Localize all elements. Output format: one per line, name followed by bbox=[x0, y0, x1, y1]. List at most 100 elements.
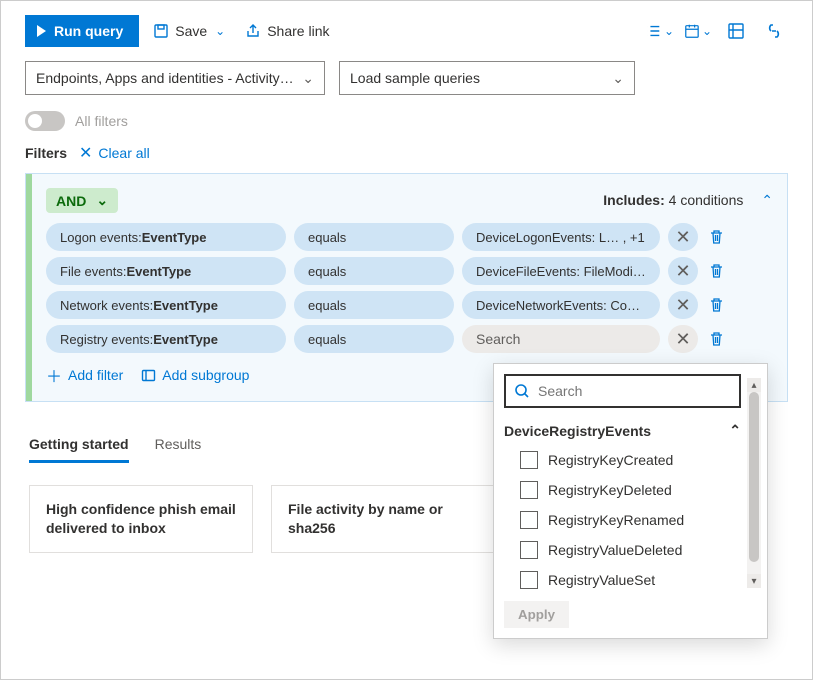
condition-field-pill[interactable]: Logon events: EventType bbox=[46, 223, 286, 251]
clear-all-label: Clear all bbox=[98, 145, 149, 161]
trash-icon bbox=[709, 331, 724, 347]
condition-operator-pill[interactable]: equals bbox=[294, 257, 454, 285]
dropdown-option[interactable]: RegistryKeyCreated bbox=[494, 445, 767, 475]
operator-pill[interactable]: AND ⌄ bbox=[46, 188, 118, 213]
scroll-thumb[interactable] bbox=[749, 392, 759, 562]
condition-operator-pill[interactable]: equals bbox=[294, 291, 454, 319]
calendar-button[interactable]: ⌄ bbox=[684, 17, 712, 45]
dropdown-option[interactable]: RegistryKeyDeleted bbox=[494, 475, 767, 505]
tab-results[interactable]: Results bbox=[155, 436, 202, 463]
dropdown-option-label: RegistryValueDeleted bbox=[548, 542, 682, 558]
condition-value-pill[interactable]: DeviceLogonEvents: L… , +1 bbox=[462, 223, 660, 251]
clear-value-button[interactable]: ✕ bbox=[668, 325, 698, 353]
condition-value-pill[interactable]: DeviceFileEvents: FileModi… bbox=[462, 257, 660, 285]
checkbox[interactable] bbox=[520, 451, 538, 469]
close-icon: ✕ bbox=[675, 330, 690, 348]
trash-icon bbox=[709, 297, 724, 313]
clear-all-button[interactable]: ✕ Clear all bbox=[79, 143, 150, 163]
delete-condition-button[interactable] bbox=[706, 223, 726, 251]
dropdown-search-box[interactable] bbox=[504, 374, 741, 408]
dropdown-option[interactable]: RegistryValueDeleted bbox=[494, 535, 767, 565]
condition-row: Network events: EventType equals DeviceNet… bbox=[46, 291, 773, 319]
dropdown-options-list: RegistryKeyCreated RegistryKeyDeleted Regi… bbox=[494, 445, 767, 595]
checkbox[interactable] bbox=[520, 481, 538, 499]
all-filters-label: All filters bbox=[75, 113, 128, 129]
plus-icon: ＋ bbox=[46, 363, 62, 387]
run-query-button[interactable]: Run query bbox=[25, 15, 139, 47]
dropdown-group-header[interactable]: DeviceRegistryEvents ⌃ bbox=[494, 418, 767, 445]
includes-count: 4 conditions bbox=[669, 192, 744, 208]
apply-button[interactable]: Apply bbox=[504, 601, 569, 628]
save-button[interactable]: Save ⌄ bbox=[147, 15, 231, 47]
grid-tool-button[interactable] bbox=[722, 17, 750, 45]
dropdown-option-label: RegistryKeyDeleted bbox=[548, 482, 672, 498]
query-card[interactable]: High confidence phish email delivered to… bbox=[29, 485, 253, 553]
add-filter-label: Add filter bbox=[68, 367, 123, 383]
chevron-down-icon: ⌄ bbox=[96, 192, 108, 209]
checkbox[interactable] bbox=[520, 541, 538, 559]
grid-icon bbox=[727, 22, 745, 40]
close-icon: ✕ bbox=[675, 262, 690, 280]
includes-summary: Includes: 4 conditions ⌃ bbox=[603, 192, 773, 209]
conditions-list: Logon events: EventType equals DeviceLogon… bbox=[46, 223, 773, 353]
list-view-button[interactable]: ⌄ bbox=[646, 17, 674, 45]
condition-value-pill[interactable]: Search bbox=[462, 325, 660, 353]
delete-condition-button[interactable] bbox=[706, 257, 726, 285]
dropdown-option[interactable]: RegistryValueSet bbox=[494, 565, 767, 595]
condition-row: Registry events: EventType equals Search ✕ bbox=[46, 325, 773, 353]
calendar-icon bbox=[684, 22, 700, 40]
trash-icon bbox=[709, 229, 724, 245]
condition-field-pill[interactable]: Registry events: EventType bbox=[46, 325, 286, 353]
filters-heading-row: Filters ✕ Clear all bbox=[1, 143, 812, 173]
clear-value-button[interactable]: ✕ bbox=[668, 223, 698, 251]
dropdown-scrollbar[interactable]: ▴ ▾ bbox=[747, 378, 761, 588]
condition-operator-pill[interactable]: equals bbox=[294, 325, 454, 353]
dropdown-option[interactable]: RegistryKeyRenamed bbox=[494, 505, 767, 535]
command-bar: Run query Save ⌄ Share link ⌄ ⌄ bbox=[1, 1, 812, 57]
collapse-button[interactable]: ⌃ bbox=[761, 192, 773, 209]
query-card[interactable]: File activity by name or sha256 bbox=[271, 485, 495, 553]
dropdown-group-title: DeviceRegistryEvents bbox=[504, 423, 651, 439]
domain-dropdown[interactable]: Endpoints, Apps and identities - Activit… bbox=[25, 61, 325, 95]
dropdown-option-label: RegistryKeyRenamed bbox=[548, 512, 684, 528]
share-link-button[interactable]: Share link bbox=[239, 15, 335, 47]
subgroup-icon bbox=[141, 368, 156, 383]
condition-value-pill[interactable]: DeviceNetworkEvents: Co… bbox=[462, 291, 660, 319]
add-filter-button[interactable]: ＋ Add filter bbox=[46, 363, 123, 387]
add-subgroup-label: Add subgroup bbox=[162, 367, 249, 383]
sample-queries-dropdown[interactable]: Load sample queries ⌄ bbox=[339, 61, 635, 95]
checkbox[interactable] bbox=[520, 511, 538, 529]
scroll-up-icon[interactable]: ▴ bbox=[747, 378, 761, 392]
all-filters-toggle[interactable] bbox=[25, 111, 65, 131]
save-icon bbox=[153, 23, 169, 39]
tab-getting-started[interactable]: Getting started bbox=[29, 436, 129, 463]
search-icon bbox=[514, 383, 530, 399]
dropdown-option-label: RegistryKeyCreated bbox=[548, 452, 673, 468]
add-subgroup-button[interactable]: Add subgroup bbox=[141, 363, 249, 387]
condition-field-pill[interactable]: Network events: EventType bbox=[46, 291, 286, 319]
delete-condition-button[interactable] bbox=[706, 291, 726, 319]
chevron-down-icon: ⌄ bbox=[215, 24, 225, 38]
chevron-down-icon: ⌄ bbox=[302, 70, 314, 87]
clear-value-button[interactable]: ✕ bbox=[668, 257, 698, 285]
clear-value-button[interactable]: ✕ bbox=[668, 291, 698, 319]
link-tool-button[interactable] bbox=[760, 17, 788, 45]
scroll-track[interactable] bbox=[747, 392, 761, 574]
delete-condition-button[interactable] bbox=[706, 325, 726, 353]
chevron-down-icon: ⌄ bbox=[664, 24, 674, 38]
chevron-up-icon: ⌃ bbox=[729, 422, 741, 439]
list-icon bbox=[646, 22, 662, 40]
checkbox[interactable] bbox=[520, 571, 538, 589]
chevron-up-icon: ⌃ bbox=[761, 192, 773, 208]
scroll-down-icon[interactable]: ▾ bbox=[747, 574, 761, 588]
condition-row: Logon events: EventType equals DeviceLogon… bbox=[46, 223, 773, 251]
close-icon: ✕ bbox=[79, 143, 92, 163]
selector-row: Endpoints, Apps and identities - Activit… bbox=[1, 57, 812, 107]
condition-field-pill[interactable]: File events: EventType bbox=[46, 257, 286, 285]
close-icon: ✕ bbox=[675, 296, 690, 314]
condition-operator-pill[interactable]: equals bbox=[294, 223, 454, 251]
share-icon bbox=[245, 23, 261, 39]
includes-prefix: Includes: bbox=[603, 192, 664, 208]
dropdown-search-input[interactable] bbox=[538, 383, 731, 399]
builder-header: AND ⌄ Includes: 4 conditions ⌃ bbox=[46, 188, 773, 213]
